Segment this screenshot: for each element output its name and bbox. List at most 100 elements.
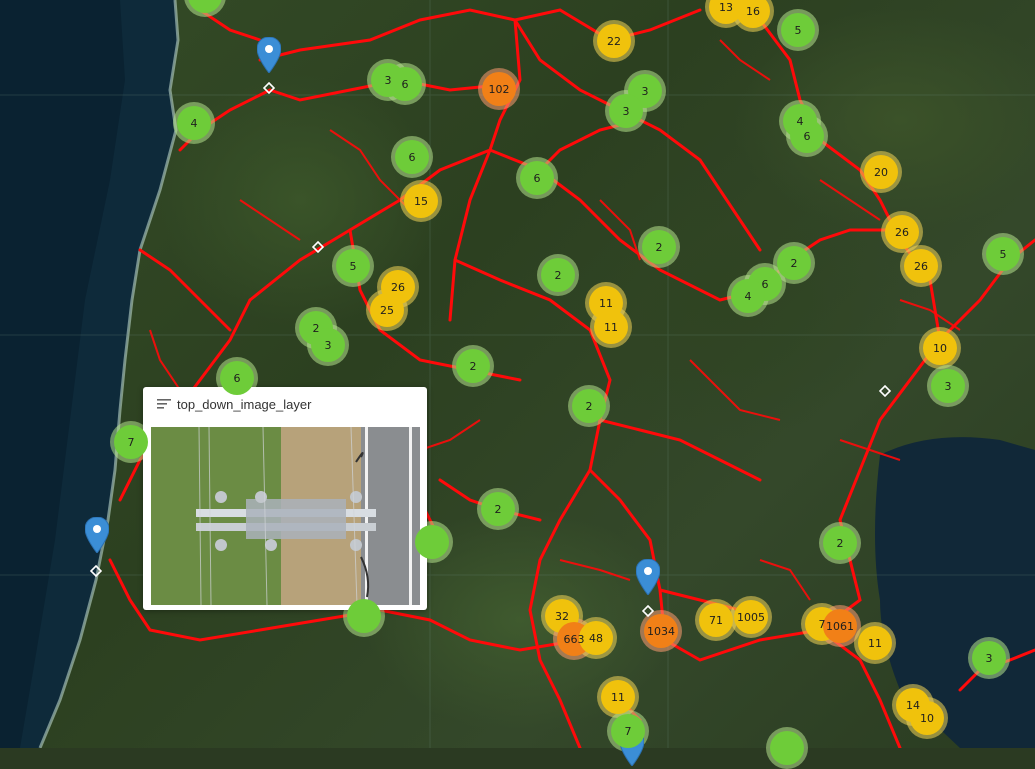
cluster-count: 2 bbox=[790, 256, 798, 270]
cluster-count: 26 bbox=[391, 280, 405, 294]
cluster-count: 6 bbox=[803, 129, 811, 143]
satellite-map[interactable]: 13 16 5 22 3 6 102 3 3 4 4 6 6 6 20 15 26 2 5 2 2 26 5 26 6 4 11 25… bbox=[0, 0, 1035, 769]
cluster-marker[interactable]: 10 bbox=[919, 327, 961, 369]
cluster-marker[interactable]: 11 bbox=[597, 676, 639, 718]
cluster-marker[interactable]: 3 bbox=[927, 365, 969, 407]
cluster-marker[interactable]: 20 bbox=[860, 151, 902, 193]
cluster-marker[interactable]: 5 bbox=[332, 245, 374, 287]
cluster-marker[interactable]: 3 bbox=[968, 637, 1010, 679]
cluster-marker[interactable]: 2 bbox=[638, 226, 680, 268]
cluster-count: 48 bbox=[589, 631, 603, 645]
cluster-marker[interactable]: 7 bbox=[607, 710, 649, 752]
cluster-count: 11 bbox=[604, 320, 618, 334]
point-diamond-icon[interactable] bbox=[879, 385, 891, 397]
cluster-count: 25 bbox=[380, 303, 394, 317]
cluster-marker[interactable]: 6 bbox=[786, 115, 828, 157]
cluster-marker[interactable]: 22 bbox=[593, 20, 635, 62]
map-pin-icon[interactable] bbox=[636, 559, 660, 595]
cluster-count: 663 bbox=[563, 632, 585, 646]
cluster-count: 20 bbox=[874, 165, 888, 179]
cluster-marker[interactable]: 5 bbox=[982, 233, 1024, 275]
cluster-marker[interactable]: 6 bbox=[516, 157, 558, 199]
cluster-count: 2 bbox=[836, 536, 844, 550]
cluster-marker[interactable]: 11 bbox=[590, 306, 632, 348]
cluster-marker[interactable]: 3 bbox=[605, 90, 647, 132]
map-pin-icon[interactable] bbox=[85, 517, 109, 553]
cluster-marker[interactable]: 15 bbox=[400, 180, 442, 222]
cluster-count: 11 bbox=[868, 636, 882, 650]
cluster-marker[interactable] bbox=[766, 727, 808, 769]
cluster-count: 14 bbox=[906, 698, 920, 712]
popup-header: top_down_image_layer bbox=[157, 396, 311, 412]
cluster-marker[interactable]: 3 bbox=[367, 59, 409, 101]
map-pin-icon[interactable] bbox=[257, 37, 281, 73]
cluster-marker[interactable]: 11 bbox=[854, 622, 896, 664]
cluster-count: 22 bbox=[607, 34, 621, 48]
cluster-count: 4 bbox=[796, 114, 804, 128]
cluster-marker[interactable]: 4 bbox=[727, 275, 769, 317]
cluster-marker[interactable]: 26 bbox=[900, 245, 942, 287]
cluster-marker[interactable]: 2 bbox=[568, 385, 610, 427]
cluster-count: 10 bbox=[933, 341, 947, 355]
cluster-marker[interactable]: 1005 bbox=[730, 596, 772, 638]
cluster-count: 7 bbox=[624, 724, 632, 738]
top-down-image[interactable] bbox=[151, 427, 420, 605]
cluster-marker[interactable]: 2 bbox=[819, 522, 861, 564]
cluster-count: 102 bbox=[488, 82, 510, 96]
image-layer-popup: top_down_image_layer bbox=[143, 387, 427, 610]
cluster-marker[interactable] bbox=[343, 595, 385, 637]
cluster-count: 11 bbox=[611, 690, 625, 704]
cluster-marker[interactable]: 1061 bbox=[819, 605, 861, 647]
cluster-count: 1061 bbox=[826, 619, 854, 633]
cluster-count: 4 bbox=[744, 289, 752, 303]
cluster-count: 3 bbox=[622, 104, 630, 118]
cluster-count: 6 bbox=[761, 277, 769, 291]
cluster-marker[interactable]: 2 bbox=[477, 488, 519, 530]
cluster-count: 2 bbox=[469, 359, 477, 373]
cluster-count: 6 bbox=[401, 77, 409, 91]
cluster-marker[interactable]: 26 bbox=[881, 211, 923, 253]
cluster-marker[interactable]: 16 bbox=[732, 0, 774, 32]
cluster-count: 5 bbox=[349, 259, 357, 273]
point-diamond-icon[interactable] bbox=[263, 82, 275, 94]
popup-title: top_down_image_layer bbox=[177, 396, 312, 412]
cluster-count: 2 bbox=[655, 240, 663, 254]
cluster-count: 2 bbox=[554, 268, 562, 282]
cluster-count: 5 bbox=[794, 23, 802, 37]
cluster-marker[interactable]: 25 bbox=[366, 289, 408, 331]
cluster-count: 2 bbox=[494, 502, 502, 516]
cluster-marker[interactable]: 6 bbox=[216, 357, 258, 399]
cluster-marker[interactable]: 5 bbox=[777, 9, 819, 51]
cluster-count: 3 bbox=[944, 379, 952, 393]
cluster-count: 26 bbox=[914, 259, 928, 273]
cluster-marker[interactable]: 2 bbox=[537, 254, 579, 296]
cluster-marker[interactable]: 102 bbox=[478, 68, 520, 110]
cluster-marker[interactable] bbox=[184, 0, 226, 17]
cluster-count: 3 bbox=[985, 651, 993, 665]
cluster-marker[interactable]: 7 bbox=[110, 421, 152, 463]
cluster-count: 7 bbox=[818, 617, 826, 631]
cluster-count: 1005 bbox=[737, 610, 765, 624]
cluster-count: 16 bbox=[746, 4, 760, 18]
cluster-marker[interactable]: 1034 bbox=[640, 610, 682, 652]
cluster-count: 1034 bbox=[647, 624, 675, 638]
cluster-count: 2 bbox=[312, 321, 320, 335]
cluster-marker[interactable]: 2 bbox=[452, 345, 494, 387]
cluster-count: 2 bbox=[585, 399, 593, 413]
cluster-count: 3 bbox=[641, 84, 649, 98]
point-diamond-icon[interactable] bbox=[90, 565, 102, 577]
cluster-count: 10 bbox=[920, 711, 934, 725]
cluster-marker[interactable]: 71 bbox=[695, 599, 737, 641]
cluster-marker[interactable]: 4 bbox=[173, 102, 215, 144]
cluster-count: 7 bbox=[127, 435, 135, 449]
cluster-count: 15 bbox=[414, 194, 428, 208]
cluster-count: 32 bbox=[555, 609, 569, 623]
cluster-count: 6 bbox=[233, 371, 241, 385]
cluster-marker[interactable] bbox=[411, 521, 453, 563]
cluster-count: 6 bbox=[408, 150, 416, 164]
cluster-count: 26 bbox=[895, 225, 909, 239]
cluster-marker[interactable]: 2 bbox=[773, 242, 815, 284]
point-diamond-icon[interactable] bbox=[312, 241, 324, 253]
cluster-count: 6 bbox=[533, 171, 541, 185]
cluster-marker[interactable]: 6 bbox=[391, 136, 433, 178]
